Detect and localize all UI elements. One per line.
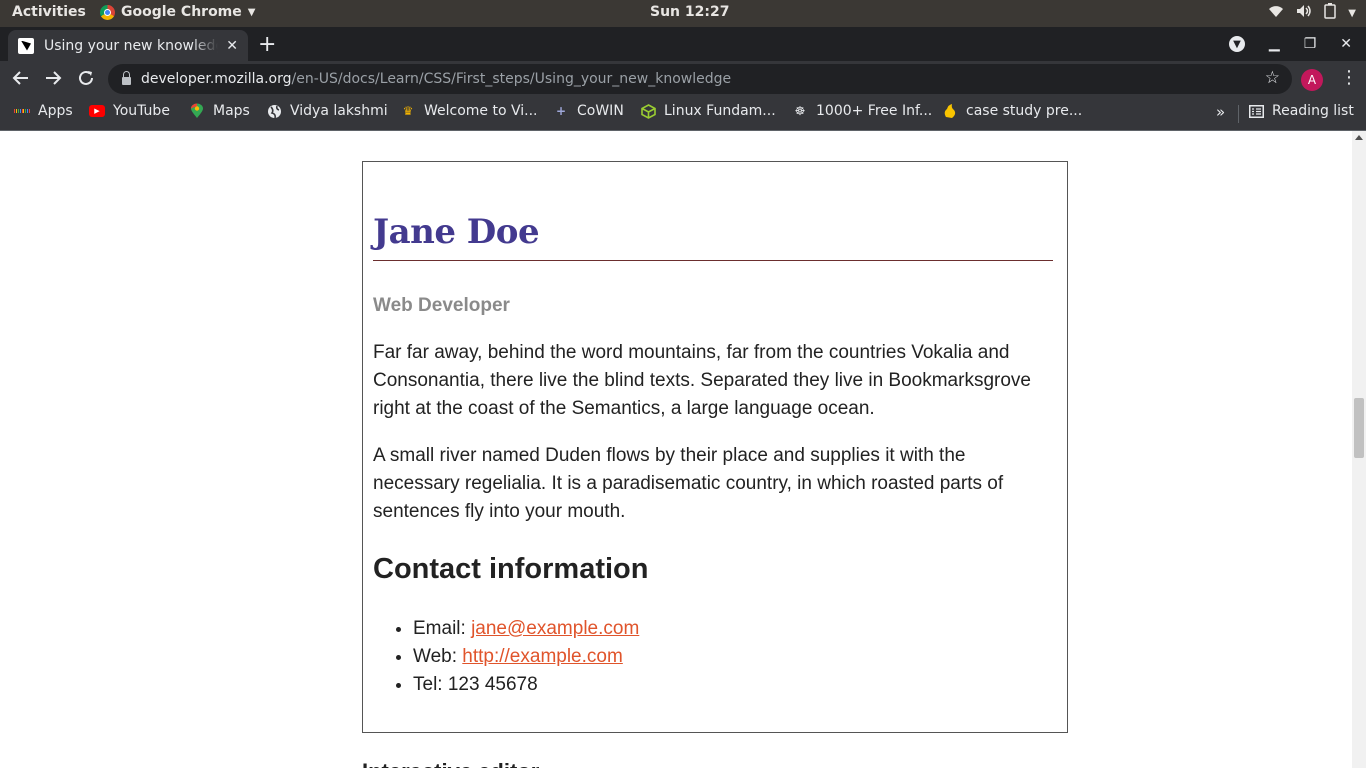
address-bar[interactable]: developer.mozilla.org/en-US/docs/Learn/C… <box>108 64 1292 94</box>
chevron-down-icon: ▼ <box>1348 7 1356 19</box>
maximize-icon[interactable]: ❐ <box>1304 36 1317 52</box>
bookmarks-bar: Apps ▶ YouTube Maps Vidya lakshmi ♛ Welc… <box>0 97 1366 131</box>
tab-active[interactable]: Using your new knowledge - Learn web dev… <box>8 30 248 61</box>
list-item: Email: jane@example.com <box>413 615 1053 643</box>
wifi-icon <box>1268 4 1284 22</box>
web-label: Web: <box>413 646 463 667</box>
close-window-icon[interactable]: ✕ <box>1340 36 1352 52</box>
site-icon: ☸ <box>794 104 806 118</box>
lock-icon[interactable] <box>122 71 131 85</box>
bookmark-star-icon[interactable]: ☆ <box>1265 68 1280 88</box>
intro-paragraph: Far far away, behind the word mountains,… <box>373 342 1031 419</box>
url-host: developer.mozilla.org <box>141 71 292 87</box>
bookmark-cowin[interactable]: + CoWIN <box>553 103 624 119</box>
profile-avatar[interactable]: A <box>1301 69 1323 91</box>
scrollbar-thumb[interactable] <box>1354 398 1364 458</box>
reading-list-label: Reading list <box>1272 103 1354 119</box>
bookmark-label: Welcome to Vi... <box>424 103 538 119</box>
bookmarks-overflow-button[interactable]: » <box>1216 103 1225 121</box>
bookmark-label: case study pre... <box>966 103 1083 119</box>
bookmark-linux-fundamentals[interactable]: Linux Fundam... <box>640 103 776 119</box>
page-title: Jane Doe <box>373 212 1053 261</box>
volume-icon <box>1296 4 1312 22</box>
bookmark-case-study[interactable]: case study pre... <box>942 103 1082 119</box>
bookmark-youtube[interactable]: ▶ YouTube <box>89 103 170 119</box>
apps-grid-icon <box>14 103 31 119</box>
section-heading: Interactive editor <box>362 759 539 768</box>
tab-strip: Using your new knowledge - Learn web dev… <box>0 27 1366 61</box>
list-item: Tel: 123 45678 <box>413 671 1053 699</box>
system-tray[interactable]: ▼ <box>1268 3 1356 23</box>
reload-icon[interactable] <box>77 69 95 92</box>
job-title: Web Developer <box>373 295 510 316</box>
url-path: /en-US/docs/Learn/CSS/First_steps/Using_… <box>291 71 732 87</box>
window-controls: ▼ ▁ ❐ ✕ <box>1228 27 1366 61</box>
activities-button[interactable]: Activities <box>12 4 86 20</box>
bookmark-label: CoWIN <box>577 103 624 119</box>
bookmark-label: Linux Fundam... <box>664 103 776 119</box>
bookmark-free-info[interactable]: ☸ 1000+ Free Inf... <box>792 103 933 119</box>
browser-toolbar: developer.mozilla.org/en-US/docs/Learn/C… <box>0 61 1366 97</box>
second-paragraph: A small river named Duden flows by their… <box>373 445 1004 522</box>
site-icon <box>942 103 958 119</box>
chrome-icon <box>100 4 115 20</box>
minimize-icon[interactable]: ▁ <box>1269 36 1280 52</box>
email-link[interactable]: jane@example.com <box>471 618 639 639</box>
new-tab-button[interactable]: + <box>258 32 276 57</box>
app-menu-label: Google Chrome <box>121 4 242 20</box>
bookmark-label: Apps <box>38 103 73 119</box>
bookmark-apps[interactable]: Apps <box>14 103 73 119</box>
vertical-scrollbar[interactable] <box>1352 131 1366 768</box>
bookmark-label: YouTube <box>113 103 170 119</box>
kebab-menu-icon[interactable]: ⋮ <box>1340 67 1358 88</box>
bookmark-label: Maps <box>213 103 250 119</box>
reading-list-icon <box>1248 103 1264 119</box>
resume-card: Jane Doe Web Developer Far far away, beh… <box>362 161 1068 733</box>
list-item: Web: http://example.com <box>413 643 1053 671</box>
mdn-favicon-icon <box>18 37 34 54</box>
close-tab-icon[interactable]: ✕ <box>226 38 238 54</box>
bookmark-welcome[interactable]: ♛ Welcome to Vi... <box>400 103 538 119</box>
page-content: Jane Doe Web Developer Far far away, beh… <box>0 131 1352 768</box>
bookmark-label: 1000+ Free Inf... <box>816 103 933 119</box>
reading-list-button[interactable]: Reading list <box>1248 103 1354 119</box>
scroll-up-icon[interactable] <box>1355 135 1363 140</box>
bookmark-maps[interactable]: Maps <box>189 103 250 119</box>
app-menu[interactable]: Google Chrome ▼ <box>100 4 255 20</box>
bookmark-vidya-lakshmi[interactable]: Vidya lakshmi <box>266 103 388 119</box>
back-arrow-icon[interactable] <box>12 69 30 92</box>
cube-icon <box>640 103 656 119</box>
clock[interactable]: Sun 12:27 <box>650 4 729 20</box>
youtube-icon: ▶ <box>89 105 105 117</box>
email-label: Email: <box>413 618 472 639</box>
tab-title: Using your new knowledge - Learn web dev… <box>44 37 218 54</box>
maps-icon <box>189 103 205 119</box>
site-icon: ♛ <box>402 104 414 118</box>
chevron-down-icon: ▼ <box>247 6 256 18</box>
tab-search-icon[interactable]: ▼ <box>1228 36 1245 52</box>
contact-heading: Contact information <box>373 553 649 585</box>
plus-icon: + <box>555 104 567 118</box>
tel-text: Tel: 123 45678 <box>413 674 538 695</box>
web-link[interactable]: http://example.com <box>462 646 623 667</box>
divider <box>1238 105 1239 123</box>
forward-arrow-icon[interactable] <box>44 69 62 92</box>
battery-icon <box>1324 3 1337 23</box>
system-top-bar: Activities Google Chrome ▼ Sun 12:27 ▼ <box>0 0 1366 27</box>
bookmark-label: Vidya lakshmi <box>290 103 388 119</box>
globe-icon <box>266 103 282 119</box>
contact-list: Email: jane@example.com Web: http://exam… <box>373 615 1053 699</box>
